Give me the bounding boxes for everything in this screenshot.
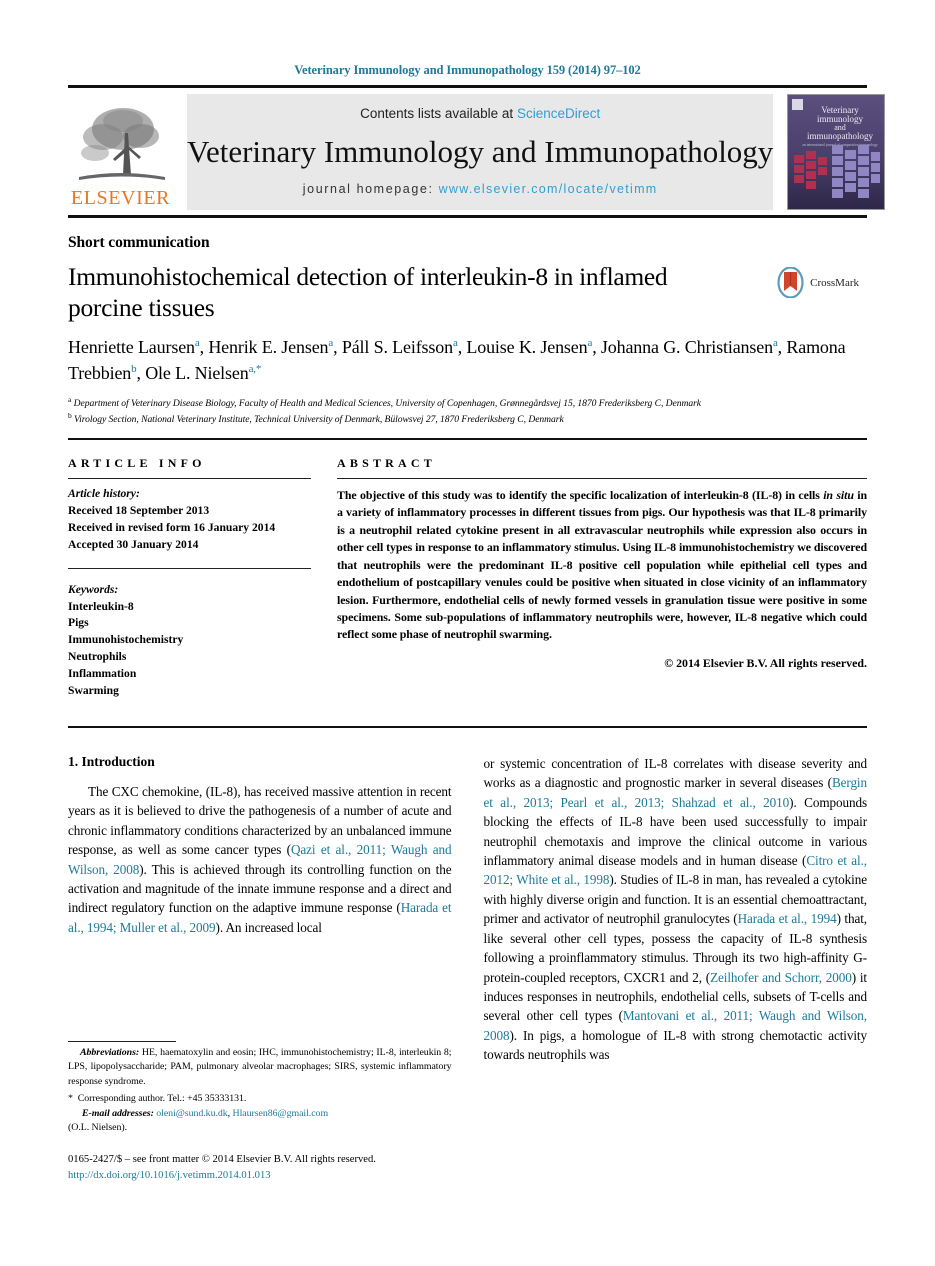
- history-item-1: Received in revised form 16 January 2014: [68, 520, 276, 534]
- author-name[interactable]: Johanna G. Christiansen: [601, 337, 773, 357]
- author-name[interactable]: Henrik E. Jensen: [208, 337, 328, 357]
- keyword-2: Immunohistochemistry: [68, 633, 184, 647]
- abstract-text: The objective of this study was to ident…: [337, 487, 867, 644]
- keywords-rule: [68, 567, 311, 569]
- article-type-label: Short communication: [68, 234, 210, 251]
- journal-homepage-line: journal homepage: www.elsevier.com/locat…: [303, 182, 658, 196]
- issn-line: 0165-2427/$ – see front matter © 2014 El…: [68, 1154, 376, 1166]
- email-link-primary[interactable]: oleni@sund.ku.dk: [156, 1108, 227, 1119]
- intro-right-f: ). In pigs, a homologue of IL-8 with str…: [483, 1027, 868, 1063]
- doi-link[interactable]: http://dx.doi.org/10.1016/j.vetimm.2014.…: [68, 1168, 452, 1184]
- elsevier-logo: ELSEVIER: [68, 94, 173, 210]
- citation-zeilhofer-schorr[interactable]: Zeilhofer and Schorr, 2000: [710, 970, 852, 985]
- keyword-0: Interleukin-8: [68, 599, 134, 613]
- author-name[interactable]: Páll S. Leifsson: [342, 337, 453, 357]
- elsevier-tree-icon: [78, 108, 165, 180]
- email-label: E-mail addresses:: [82, 1107, 154, 1119]
- article-info-column: ARTICLE INFO Article history: Received 1…: [68, 456, 311, 700]
- footnote-divider: [68, 1041, 176, 1043]
- svg-text:immunopathology: immunopathology: [807, 131, 873, 141]
- body-columns: 1. Introduction The CXC chemokine, (IL-8…: [68, 754, 867, 1184]
- author-affiliation-marker: a,*: [248, 362, 262, 375]
- issn-block: 0165-2427/$ – see front matter © 2014 El…: [68, 1152, 452, 1184]
- author-affiliation-marker: b: [131, 362, 137, 375]
- title-row: Immunohistochemical detection of interle…: [68, 261, 867, 323]
- author-affiliation-marker: a: [452, 337, 458, 350]
- author-name[interactable]: Henriette Laursen: [68, 337, 195, 357]
- journal-homepage-link[interactable]: www.elsevier.com/locate/vetimm: [439, 182, 658, 196]
- email-footnote: E-mail addresses: oleni@sund.ku.dk, Hlau…: [68, 1107, 452, 1121]
- footnotes-block: Abbreviations: HE, haematoxylin and eosi…: [68, 1041, 452, 1184]
- sciencedirect-link[interactable]: ScienceDirect: [517, 106, 600, 121]
- abstract-rule: [337, 477, 867, 479]
- affiliation-marker: b: [68, 411, 72, 421]
- abstract-part1: The objective of this study was to ident…: [337, 487, 824, 502]
- history-item-2: Accepted 30 January 2014: [68, 537, 199, 551]
- article-history: Article history: Received 18 September 2…: [68, 486, 311, 554]
- corresponding-text: Corresponding author. Tel.: +45 35333131…: [77, 1093, 247, 1105]
- history-item-0: Received 18 September 2013: [68, 503, 210, 517]
- article-info-heading: ARTICLE INFO: [68, 455, 206, 470]
- keywords-block: Keywords: Interleukin-8 Pigs Immunohisto…: [68, 582, 311, 700]
- corresponding-author-footnote: * Corresponding author. Tel.: +45 353331…: [68, 1092, 452, 1106]
- affiliation-item: b Virology Section, National Veterinary …: [68, 411, 564, 426]
- contents-available-line: Contents lists available at ScienceDirec…: [360, 106, 600, 121]
- keyword-4: Inflammation: [68, 667, 137, 681]
- elsevier-wordmark: ELSEVIER: [70, 187, 171, 209]
- intro-paragraph-left: The CXC chemokine, (IL-8), has received …: [68, 782, 452, 937]
- info-abstract-block: ARTICLE INFO Article history: Received 1…: [68, 456, 867, 700]
- corresponding-marker: *: [68, 1093, 73, 1105]
- homepage-prefix: journal homepage:: [302, 181, 434, 196]
- paper-page: Veterinary Immunology and Immunopatholog…: [0, 0, 935, 1266]
- author-affiliation-marker: a: [587, 337, 593, 350]
- abstract-italic: in situ: [823, 487, 854, 502]
- author-name[interactable]: Ole L. Nielsen: [145, 363, 249, 383]
- abbreviations-footnote: Abbreviations: HE, haematoxylin and eosi…: [68, 1046, 452, 1089]
- journal-cover-image: Veterinary immunology and immunopatholog…: [788, 95, 885, 209]
- author-affiliation-marker: a: [328, 337, 334, 350]
- crossmark-label: CrossMark: [810, 276, 859, 289]
- abstract-heading: ABSTRACT: [337, 455, 436, 470]
- author-affiliation-marker: a: [194, 337, 200, 350]
- keywords-label: Keywords:: [68, 582, 119, 596]
- left-column: 1. Introduction The CXC chemokine, (IL-8…: [68, 754, 452, 1184]
- crossmark-badge[interactable]: CrossMark: [775, 267, 859, 298]
- keyword-5: Swarming: [68, 684, 119, 698]
- intro-left-c: ). An increased local: [215, 919, 322, 935]
- affiliation-list: a Department of Veterinary Disease Biolo…: [68, 395, 867, 427]
- page-title: Immunohistochemical detection of interle…: [68, 262, 668, 323]
- author-name[interactable]: Louise K. Jensen: [466, 337, 587, 357]
- affiliation-item: a Department of Veterinary Disease Biolo…: [68, 395, 702, 410]
- crossmark-icon: [777, 267, 804, 298]
- article-history-label: Article history:: [68, 486, 140, 500]
- journal-cover-thumbnail[interactable]: Veterinary immunology and immunopatholog…: [787, 94, 886, 210]
- running-head: Veterinary Immunology and Immunopatholog…: [294, 63, 641, 77]
- author-list: Henriette Laursena, Henrik E. Jensena, P…: [68, 337, 846, 383]
- abstract-copyright: © 2014 Elsevier B.V. All rights reserved…: [664, 655, 867, 670]
- author-affiliation-marker: a: [772, 337, 778, 350]
- email-owner: (O.L. Nielsen).: [68, 1121, 128, 1133]
- journal-banner: Contents lists available at ScienceDirec…: [187, 94, 774, 210]
- keyword-1: Pigs: [68, 616, 89, 630]
- abstract-column: ABSTRACT The objective of this study was…: [337, 456, 867, 700]
- abbreviations-label: Abbreviations:: [80, 1047, 140, 1059]
- email-link-secondary[interactable]: Hlaursen86@gmail.com: [233, 1108, 329, 1119]
- keyword-3: Neutrophils: [68, 650, 127, 664]
- right-column: or systemic concentration of IL-8 correl…: [484, 754, 868, 1184]
- intro-paragraph-right: or systemic concentration of IL-8 correl…: [484, 754, 868, 1065]
- journal-masthead: ELSEVIER Contents lists available at Sci…: [68, 85, 886, 218]
- section-heading-introduction: 1. Introduction: [68, 754, 155, 770]
- contents-prefix: Contents lists available at: [360, 106, 517, 121]
- header-divider: [68, 437, 867, 440]
- article-info-rule: [68, 477, 311, 479]
- citation-harada[interactable]: Harada et al., 1994: [738, 911, 837, 926]
- abstract-part2: in a variety of inflammatory processes i…: [337, 487, 867, 642]
- journal-title: Veterinary Immunology and Immunopatholog…: [187, 134, 774, 170]
- intro-right-a: or systemic concentration of IL-8 correl…: [483, 756, 868, 791]
- body-divider: [68, 726, 867, 729]
- affiliation-marker: a: [68, 395, 72, 405]
